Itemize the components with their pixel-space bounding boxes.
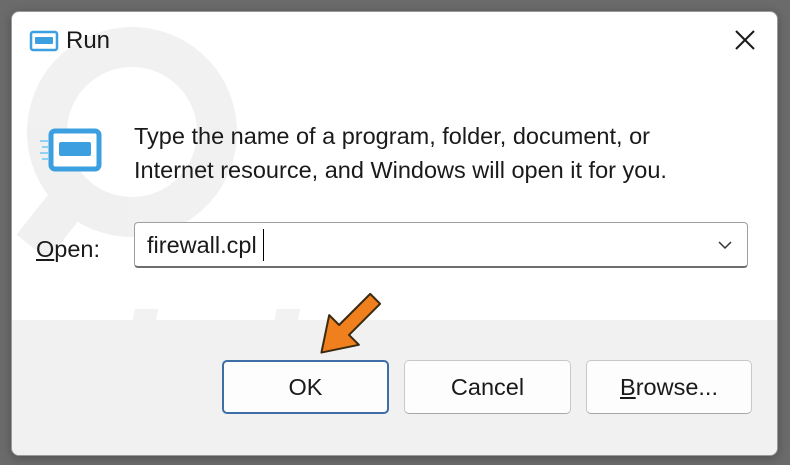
description: Type the name of a program, folder, docu… bbox=[134, 119, 734, 187]
window-title: Run bbox=[66, 27, 111, 54]
browse-button[interactable]: Browse... bbox=[586, 360, 752, 414]
cancel-button[interactable]: Cancel bbox=[404, 360, 571, 414]
open-label: Open: bbox=[36, 236, 100, 263]
open-dropdown-button[interactable] bbox=[709, 229, 741, 261]
open-label-text: pen: bbox=[54, 236, 101, 262]
title-bar: Run bbox=[12, 12, 777, 68]
ok-button[interactable]: OK bbox=[222, 360, 389, 414]
description-line-1: Type the name of a program, folder, docu… bbox=[134, 123, 650, 149]
browse-button-text: rowse... bbox=[635, 373, 718, 400]
browse-button-accelerator: B bbox=[620, 373, 636, 400]
close-icon bbox=[735, 30, 755, 50]
close-button[interactable] bbox=[725, 22, 765, 58]
description-line-2: Internet resource, and Windows will open… bbox=[134, 157, 667, 183]
chevron-down-icon bbox=[718, 241, 732, 250]
run-icon bbox=[29, 30, 59, 52]
open-input[interactable] bbox=[147, 229, 687, 261]
open-combobox[interactable] bbox=[134, 222, 748, 268]
text-caret bbox=[263, 229, 264, 261]
run-icon bbox=[40, 128, 102, 172]
run-dialog: risk.com Run Type the name of a program,… bbox=[11, 11, 778, 456]
open-label-accelerator: O bbox=[36, 236, 55, 262]
